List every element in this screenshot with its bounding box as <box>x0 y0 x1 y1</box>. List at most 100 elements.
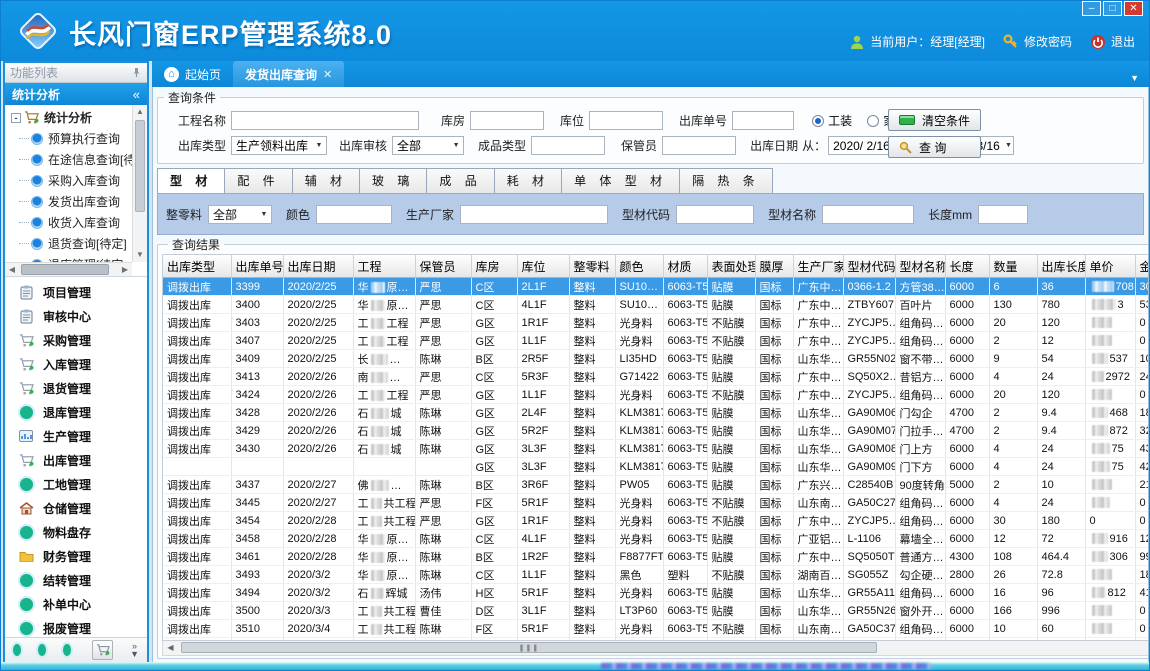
tree-horizontal-scrollbar[interactable]: ◀ ▶ <box>5 262 132 276</box>
table-row[interactable]: 调拨出库34302020/2/26石城陈琳G区3L3F整料KLM38176063… <box>163 440 1149 458</box>
clear-conditions-button[interactable]: 清空条件 <box>888 109 981 131</box>
material-tab[interactable]: 隔 热 条 <box>680 168 773 193</box>
table-row[interactable]: 调拨出库34292020/2/26石城陈琳G区5R2F整料KLM38176063… <box>163 422 1149 440</box>
tree-expand-toggle[interactable]: - <box>11 113 21 123</box>
sidebar-item-cart-入库管理[interactable]: 入库管理 <box>5 352 147 376</box>
sidebar-tree-item[interactable]: 预算执行查询 <box>5 128 132 149</box>
profile-code-input[interactable] <box>676 205 754 224</box>
sidebar-item-house-仓储管理[interactable]: 仓储管理 <box>5 496 147 520</box>
sidebar-item-chart-生产管理[interactable]: 生产管理 <box>5 424 147 448</box>
product-type-input[interactable] <box>531 136 605 155</box>
sidebar-item-cart-出库管理[interactable]: 出库管理 <box>5 448 147 472</box>
table-row[interactable]: 调拨出库34452020/2/27工共工程严思F区5R1F整料光身料6063-T… <box>163 494 1149 512</box>
table-row[interactable]: 调拨出库34582020/2/28华原…陈琳C区4L1F整料光身料6063-T5… <box>163 530 1149 548</box>
table-row[interactable]: 调拨出库35002020/3/3工共工程曹佳D区3L1F整料LT3P606063… <box>163 602 1149 620</box>
column-header[interactable]: 出库单号 <box>231 255 283 278</box>
material-tab[interactable]: 辅 材 <box>293 168 360 193</box>
sidebar-tree-item[interactable]: 采购入库查询 <box>5 170 132 191</box>
column-header[interactable]: 数量 <box>989 255 1037 278</box>
profile-name-input[interactable] <box>822 205 914 224</box>
sidebar-tree-item[interactable]: 退货查询[待定] <box>5 233 132 254</box>
radio-gongzhuang[interactable] <box>812 115 824 127</box>
change-password-button[interactable]: 修改密码 <box>1003 33 1072 50</box>
material-tab[interactable]: 成 品 <box>427 168 494 193</box>
sidebar-item-dot-工地管理[interactable]: 工地管理 <box>5 472 147 496</box>
scroll-left-icon[interactable]: ◀ <box>163 641 178 654</box>
table-row[interactable]: 调拨出库35122020/3/4工共工程陈琳F区1L2F整料光身料6063-T5… <box>163 638 1149 641</box>
dot-icon[interactable] <box>38 644 46 656</box>
radio-jiazhuang[interactable] <box>867 115 879 127</box>
column-header[interactable]: 膜厚 <box>755 255 793 278</box>
column-header[interactable]: 单价 <box>1085 255 1135 278</box>
logout-button[interactable]: 退出 <box>1090 33 1135 50</box>
column-header[interactable]: 生产厂家 <box>793 255 843 278</box>
table-row[interactable]: 调拨出库34002020/2/25华原…严思C区4L1F整料SU10…6063-… <box>163 296 1149 314</box>
manufacturer-input[interactable] <box>460 205 608 224</box>
table-row[interactable]: 调拨出库34372020/2/27佛…陈琳B区3R6F整料PW056063-T5… <box>163 476 1149 494</box>
table-row[interactable]: 调拨出库34132020/2/26南…严思C区5R3F整料G714226063-… <box>163 368 1149 386</box>
table-row[interactable]: 调拨出库34242020/2/26工工程严思G区1L1F整料光身料6063-T5… <box>163 386 1149 404</box>
close-button[interactable]: ✕ <box>1124 1 1143 16</box>
sidebar-item-cart-采购管理[interactable]: 采购管理 <box>5 328 147 352</box>
statistics-section-header[interactable]: 统计分析 « <box>5 83 147 105</box>
cart-shortcut-button[interactable] <box>92 640 113 660</box>
column-header[interactable]: 工程 <box>353 255 415 278</box>
table-row[interactable]: 调拨出库34032020/2/25工工程严思G区1R1F整料光身料6063-T5… <box>163 314 1149 332</box>
material-tab[interactable]: 玻 璃 <box>360 168 427 193</box>
scroll-up-icon[interactable]: ▲ <box>133 105 147 119</box>
table-row[interactable]: 调拨出库34542020/2/28工共工程严思G区1R1F整料光身料6063-T… <box>163 512 1149 530</box>
table-row[interactable]: 调拨出库35102020/3/4工共工程陈琳F区5R1F整料光身料6063-T5… <box>163 620 1149 638</box>
sidebar-tree-item[interactable]: 退库管理[待定 <box>5 254 132 262</box>
sidebar-tree-item[interactable]: 收货入库查询 <box>5 212 132 233</box>
search-button[interactable]: 查 询 <box>888 136 981 158</box>
sidebar-item-clipboard-项目管理[interactable]: 项目管理 <box>5 280 147 304</box>
column-header[interactable]: 金 <box>1135 255 1149 278</box>
tree-scroll-thumb[interactable] <box>135 120 145 212</box>
sidebar-item-dot-退库管理[interactable]: 退库管理 <box>5 400 147 424</box>
table-row[interactable]: 调拨出库34932020/3/2华原…陈琳C区1L1F整料黑色塑料不贴膜国标湖南… <box>163 566 1149 584</box>
material-tab[interactable]: 配 件 <box>225 168 292 193</box>
scroll-down-icon[interactable]: ▼ <box>133 248 147 262</box>
material-tab[interactable]: 型 材 <box>157 168 225 193</box>
sidebar-item-dot-补单中心[interactable]: 补单中心 <box>5 592 147 616</box>
sidebar-item-dot-结转管理[interactable]: 结转管理 <box>5 568 147 592</box>
dot-icon[interactable] <box>13 644 21 656</box>
tab-overflow-chevron-down-icon[interactable]: ▼ <box>1120 73 1149 87</box>
column-header[interactable]: 材质 <box>663 255 707 278</box>
sidebar-item-folder-财务管理[interactable]: 财务管理 <box>5 544 147 568</box>
tab-home[interactable]: ⌂ 起始页 <box>152 61 233 87</box>
sidebar-item-dot-报废管理[interactable]: 报废管理 <box>5 616 147 637</box>
sidebar-item-clipboard-审核中心[interactable]: 审核中心 <box>5 304 147 328</box>
column-header[interactable]: 表面处理 <box>707 255 755 278</box>
outbound-type-select[interactable]: 生产领料出库▼ <box>231 136 327 155</box>
table-row[interactable]: 调拨出库34942020/3/2石辉城汤伟H区5R1F整料光身料6063-T5贴… <box>163 584 1149 602</box>
tree-hscroll-thumb[interactable] <box>21 264 109 275</box>
chevron-more-button[interactable]: »▼ <box>130 642 139 658</box>
column-header[interactable]: 库房 <box>471 255 517 278</box>
table-row[interactable]: 调拨出库34612020/2/28华原…陈琳B区1R2F整料F8877FT606… <box>163 548 1149 566</box>
tree-root[interactable]: -统计分析 <box>5 107 132 128</box>
tab-close-icon[interactable]: ✕ <box>323 68 332 81</box>
column-header[interactable]: 出库类型 <box>163 255 231 278</box>
table-horizontal-scrollbar[interactable]: ◀ ❚❚❚ ▶ <box>162 641 1149 656</box>
tab-shipment-outbound-query[interactable]: 发货出库查询 ✕ <box>233 61 344 87</box>
column-header[interactable]: 长度 <box>945 255 989 278</box>
maximize-button[interactable]: □ <box>1103 1 1122 16</box>
sidebar-tree-item[interactable]: 发货出库查询 <box>5 191 132 212</box>
column-header[interactable]: 保管员 <box>415 255 471 278</box>
warehouse-input[interactable] <box>470 111 544 130</box>
table-row[interactable]: 调拨出库33992020/2/25华原…严思C区2L1F整料SU10…6063-… <box>163 278 1149 296</box>
table-row[interactable]: 调拨出库34092020/2/25长…陈琳B区2R5F整料LI35HD6063-… <box>163 350 1149 368</box>
color-input[interactable] <box>316 205 392 224</box>
tree-vertical-scrollbar[interactable]: ▲ ▼ <box>132 105 147 262</box>
scroll-right-icon[interactable]: ▶ <box>118 263 132 276</box>
length-input[interactable] <box>978 205 1028 224</box>
column-header[interactable]: 出库日期 <box>283 255 353 278</box>
column-header[interactable]: 库位 <box>517 255 569 278</box>
part-type-select[interactable]: 全部▼ <box>208 205 272 224</box>
collapse-icon[interactable]: « <box>133 87 140 102</box>
sidebar-item-cart-退货管理[interactable]: 退货管理 <box>5 376 147 400</box>
sidebar-tree-item[interactable]: 在途信息查询[待 <box>5 149 132 170</box>
material-tab[interactable]: 耗 材 <box>495 168 562 193</box>
table-row[interactable]: G区3L3F整料KLM38176063-T5贴膜国标山东华…GA90M09.门下… <box>163 458 1149 476</box>
